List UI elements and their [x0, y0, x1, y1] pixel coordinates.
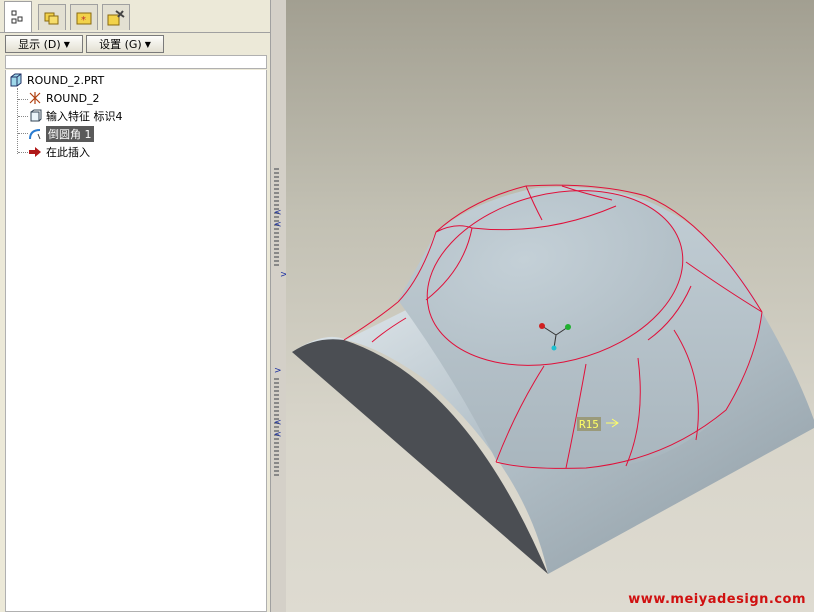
tree-header-bar: [5, 55, 267, 69]
favorites-icon: *: [76, 12, 92, 26]
tree-item-import-feature[interactable]: 输入特征 标识4: [28, 108, 123, 124]
tab-folder-browser[interactable]: [38, 4, 66, 30]
collapse-left-icon[interactable]: >: [274, 366, 282, 376]
part-icon: [9, 73, 23, 87]
collapse-left-icon[interactable]: <: [274, 208, 282, 218]
model-tree-icon: [11, 10, 23, 24]
settings-dropdown-label: 设置 (G): [99, 38, 142, 51]
tree-root-item[interactable]: ROUND_2.PRT: [9, 72, 104, 88]
tree-item-insert-here[interactable]: 在此插入: [28, 144, 90, 160]
tree-connector-line: [18, 133, 28, 134]
watermark-text: www.meiyadesign.com: [628, 592, 806, 607]
tree-item-label: ROUND_2: [46, 91, 100, 105]
datum-csys-icon: [28, 91, 42, 105]
show-dropdown-button[interactable]: 显示 (D) ▼: [5, 35, 83, 53]
show-dropdown-label: 显示 (D): [18, 38, 61, 51]
folder-browser-icon: [44, 12, 59, 24]
model-tree-panel: * 显示 (D) ▼ 设置 (G) ▼ ROUND_2.PRT ROUND_2 …: [0, 0, 270, 612]
splitter-grip[interactable]: [274, 168, 279, 268]
tab-model-tree[interactable]: [4, 1, 32, 32]
dropdown-arrow-icon: ▼: [144, 39, 151, 49]
import-feature-icon: [28, 109, 42, 123]
tree-connector-line: [17, 88, 18, 154]
tree-toolbar: 显示 (D) ▼ 设置 (G) ▼: [0, 32, 270, 55]
dropdown-arrow-icon: ▼: [63, 39, 70, 49]
tree-connector-line: [18, 116, 28, 117]
round-feature-icon: [28, 127, 42, 141]
insert-here-arrow-icon: [28, 145, 42, 159]
dimension-label: R15: [579, 418, 599, 431]
tree-item-csys[interactable]: ROUND_2: [28, 90, 100, 106]
collapse-left-icon[interactable]: <: [274, 430, 282, 440]
tree-root-label: ROUND_2.PRT: [27, 73, 105, 87]
navigator-tabs: *: [0, 0, 270, 32]
settings-dropdown-button[interactable]: 设置 (G) ▼: [86, 35, 164, 53]
tree-connector-line: [18, 152, 28, 153]
tree-item-label: 输入特征 标识4: [46, 110, 123, 123]
model-3d-view[interactable]: R15: [286, 0, 814, 612]
model-tree: ROUND_2.PRT ROUND_2 输入特征 标识4 倒圆角 1 在此插入: [5, 70, 267, 612]
connections-icon: [107, 9, 125, 25]
tree-connector-line: [18, 99, 28, 100]
tree-item-round[interactable]: 倒圆角 1: [28, 126, 94, 142]
graphics-viewport[interactable]: R15 www.meiyadesign.com: [286, 0, 814, 612]
tab-favorites[interactable]: *: [70, 4, 98, 30]
collapse-left-icon[interactable]: <: [274, 220, 282, 230]
tree-item-label-selected: 倒圆角 1: [46, 126, 94, 142]
collapse-left-icon[interactable]: <: [274, 418, 282, 428]
svg-text:*: *: [81, 15, 86, 26]
panel-splitter[interactable]: < < > > < <: [270, 0, 288, 612]
tree-item-label: 在此插入: [46, 146, 90, 159]
splitter-grip[interactable]: [274, 378, 279, 478]
tab-connections[interactable]: [102, 4, 130, 30]
